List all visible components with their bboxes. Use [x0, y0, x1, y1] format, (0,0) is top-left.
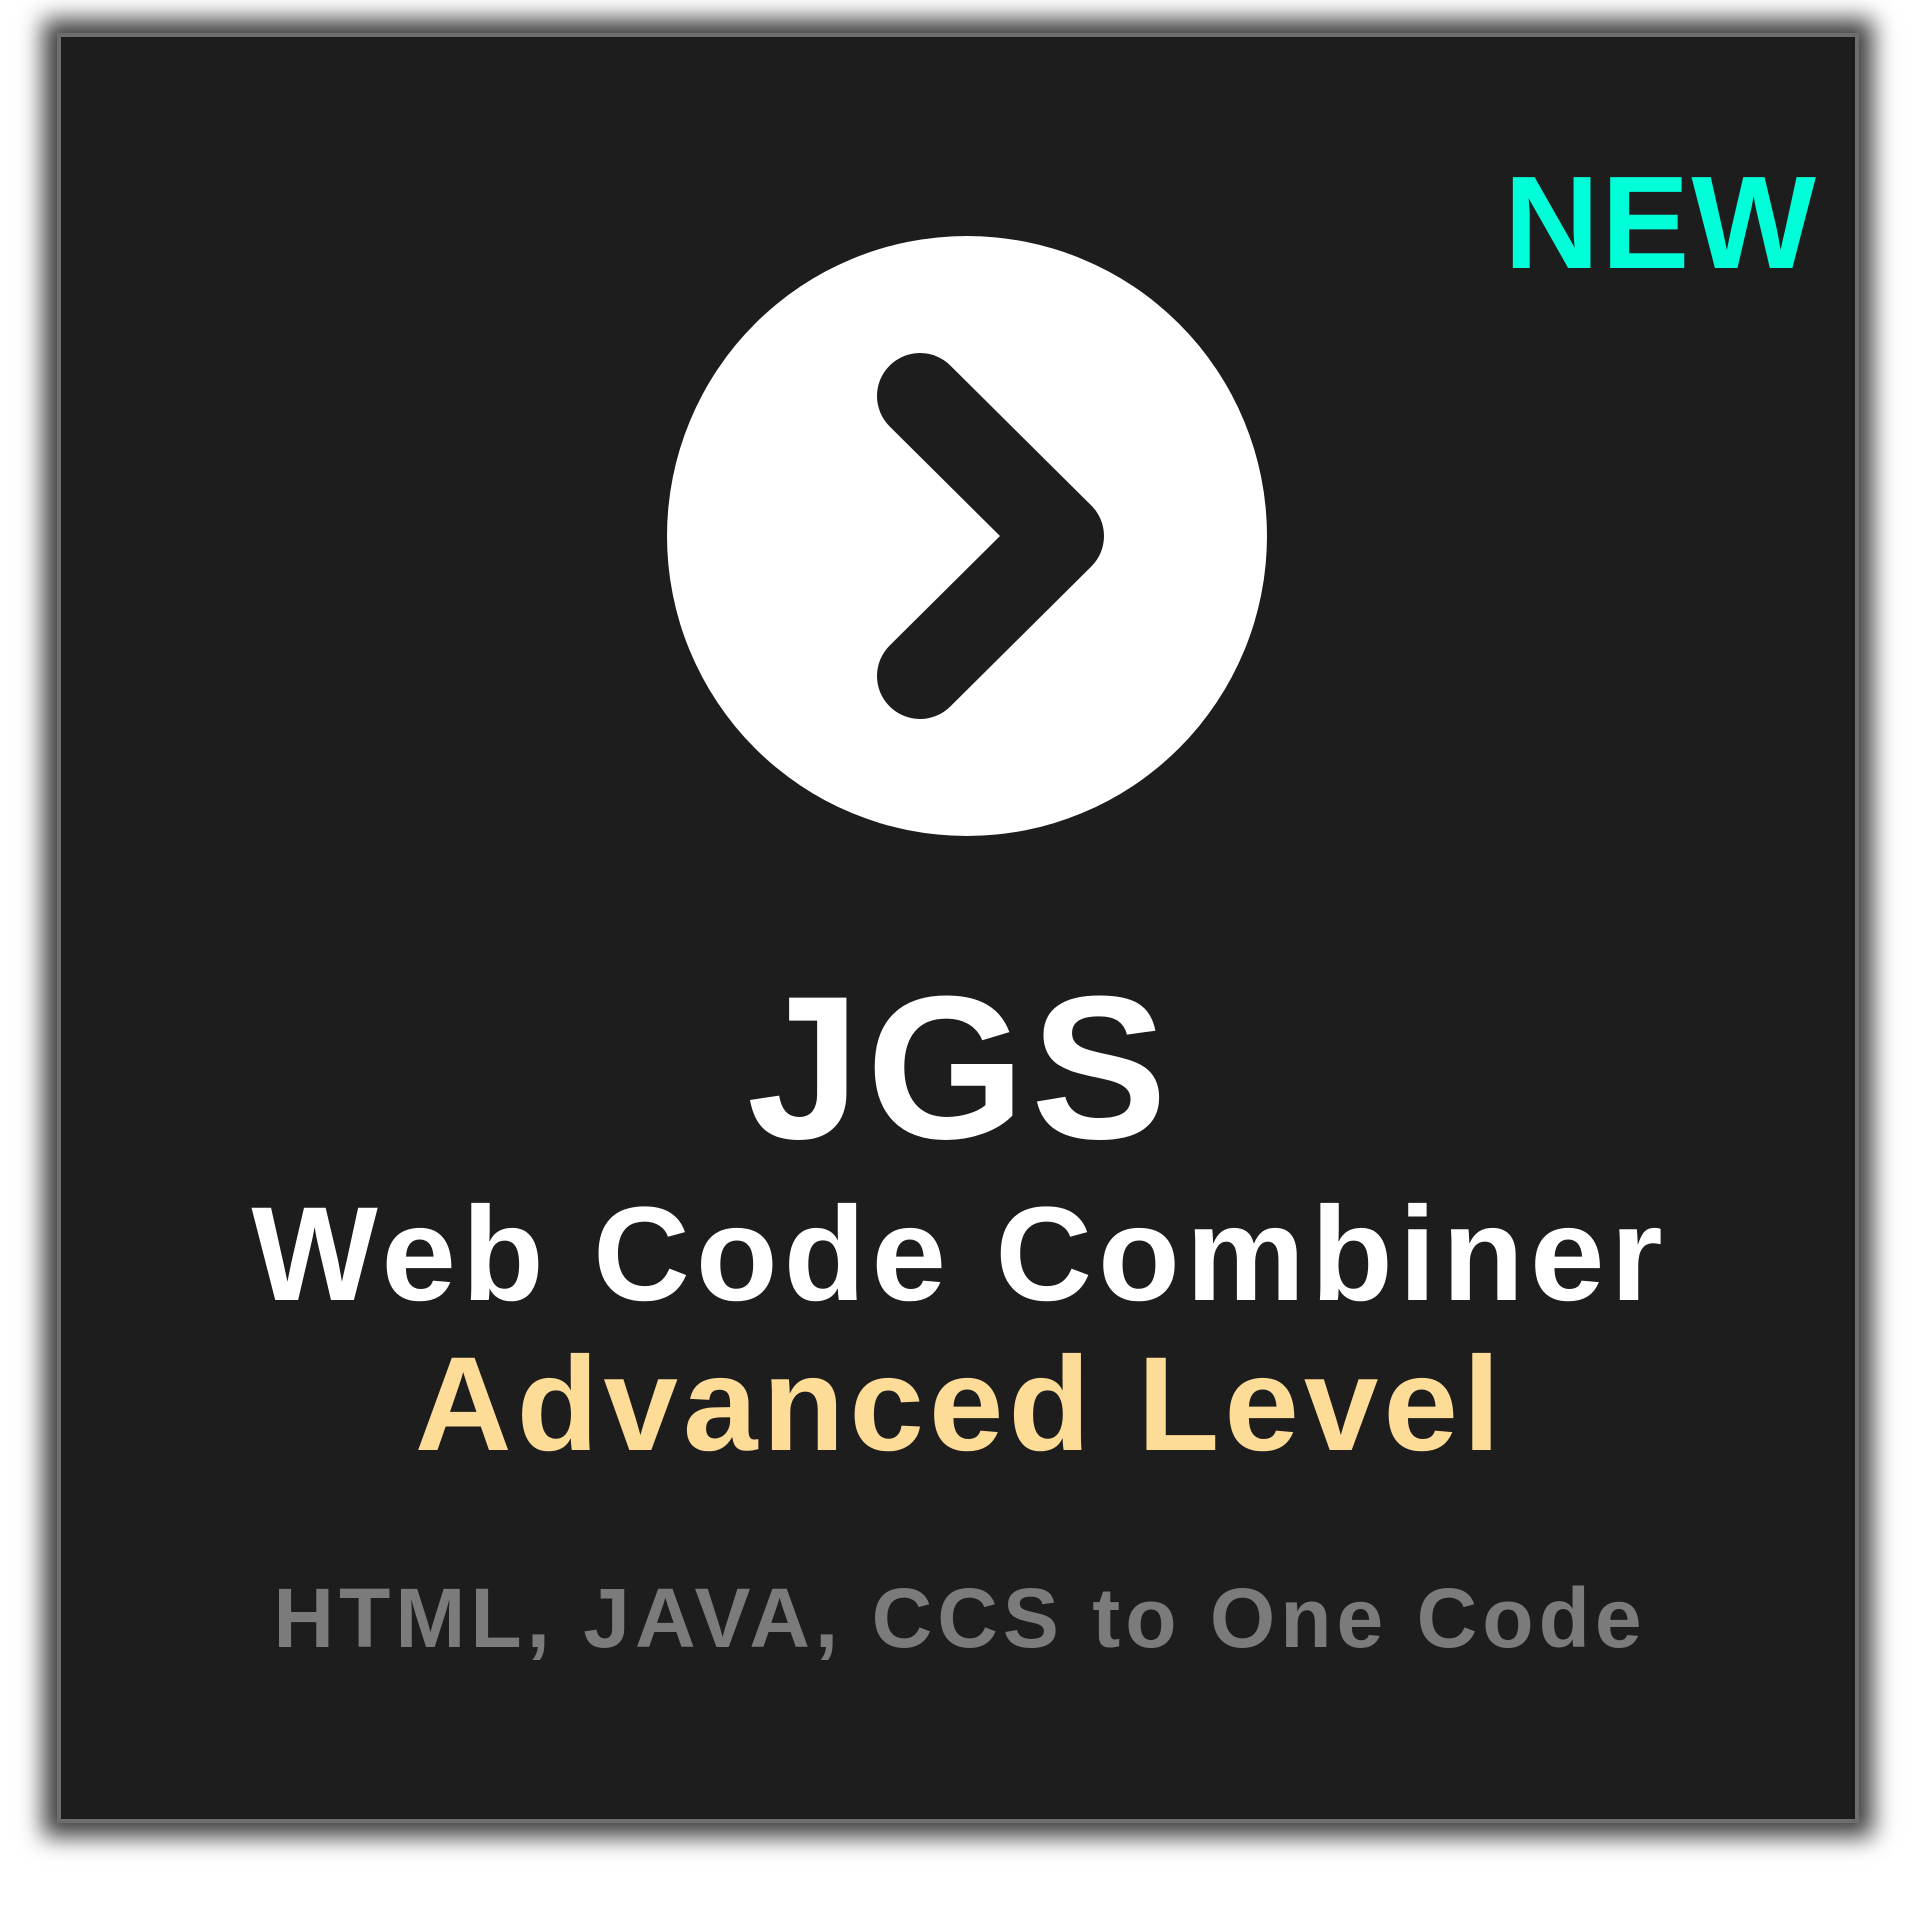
- page: NEW JGS Web Code Combiner Advanced Level…: [0, 0, 1920, 1920]
- level-subtitle: Advanced Level: [414, 1330, 1506, 1479]
- tagline: HTML, JAVA, CCS to One Code: [273, 1571, 1647, 1665]
- new-badge: NEW: [1504, 149, 1818, 296]
- logo-circle: [667, 236, 1267, 836]
- brand-title: JGS: [746, 954, 1174, 1182]
- product-title: Web Code Combiner: [251, 1180, 1669, 1329]
- chevron-right-in-circle-icon: [667, 236, 1267, 836]
